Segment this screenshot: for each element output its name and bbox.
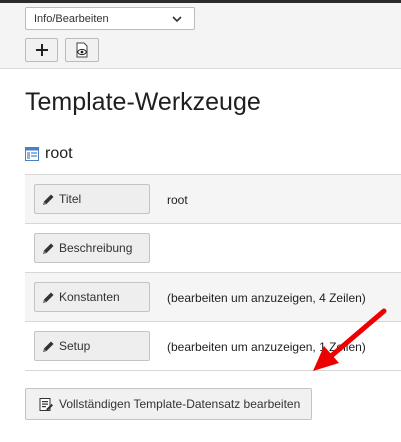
edit-setup-button[interactable]: Setup xyxy=(34,331,150,361)
add-button[interactable] xyxy=(25,38,58,62)
top-strip xyxy=(0,0,401,3)
edit-constants-label: Konstanten xyxy=(59,290,120,304)
module-function-select[interactable]: Info/Bearbeiten xyxy=(25,7,195,30)
table-row: Beschreibung xyxy=(25,224,401,273)
module-select-value: Info/Bearbeiten xyxy=(34,12,109,25)
pencil-icon xyxy=(43,292,54,303)
edit-constants-button[interactable]: Konstanten xyxy=(34,282,150,312)
table-row: Titel root xyxy=(25,175,401,224)
pencil-icon xyxy=(43,194,54,205)
edit-title-button[interactable]: Titel xyxy=(34,184,150,214)
view-page-icon xyxy=(76,42,88,58)
module-header: Info/Bearbeiten xyxy=(0,0,401,69)
template-icon xyxy=(25,147,39,161)
pencil-icon xyxy=(43,341,54,352)
edit-setup-label: Setup xyxy=(59,339,91,353)
chevron-down-icon xyxy=(172,16,182,23)
edit-description-label: Beschreibung xyxy=(59,241,133,255)
edit-record-icon xyxy=(39,397,53,411)
root-label: root xyxy=(45,145,73,162)
plus-icon xyxy=(35,44,48,56)
title-value: root xyxy=(167,192,188,207)
annotation-arrow-icon xyxy=(313,308,387,371)
template-root: root xyxy=(25,145,73,163)
view-page-button[interactable] xyxy=(65,38,99,62)
page-title: Template-Werkzeuge xyxy=(25,88,261,116)
edit-title-label: Titel xyxy=(59,192,82,206)
edit-description-button[interactable]: Beschreibung xyxy=(34,233,150,263)
edit-full-template-record-button[interactable]: Vollständigen Template-Datensatz bearbei… xyxy=(25,388,312,420)
pencil-icon xyxy=(43,243,54,254)
edit-full-template-record-label: Vollständigen Template-Datensatz bearbei… xyxy=(59,397,301,411)
